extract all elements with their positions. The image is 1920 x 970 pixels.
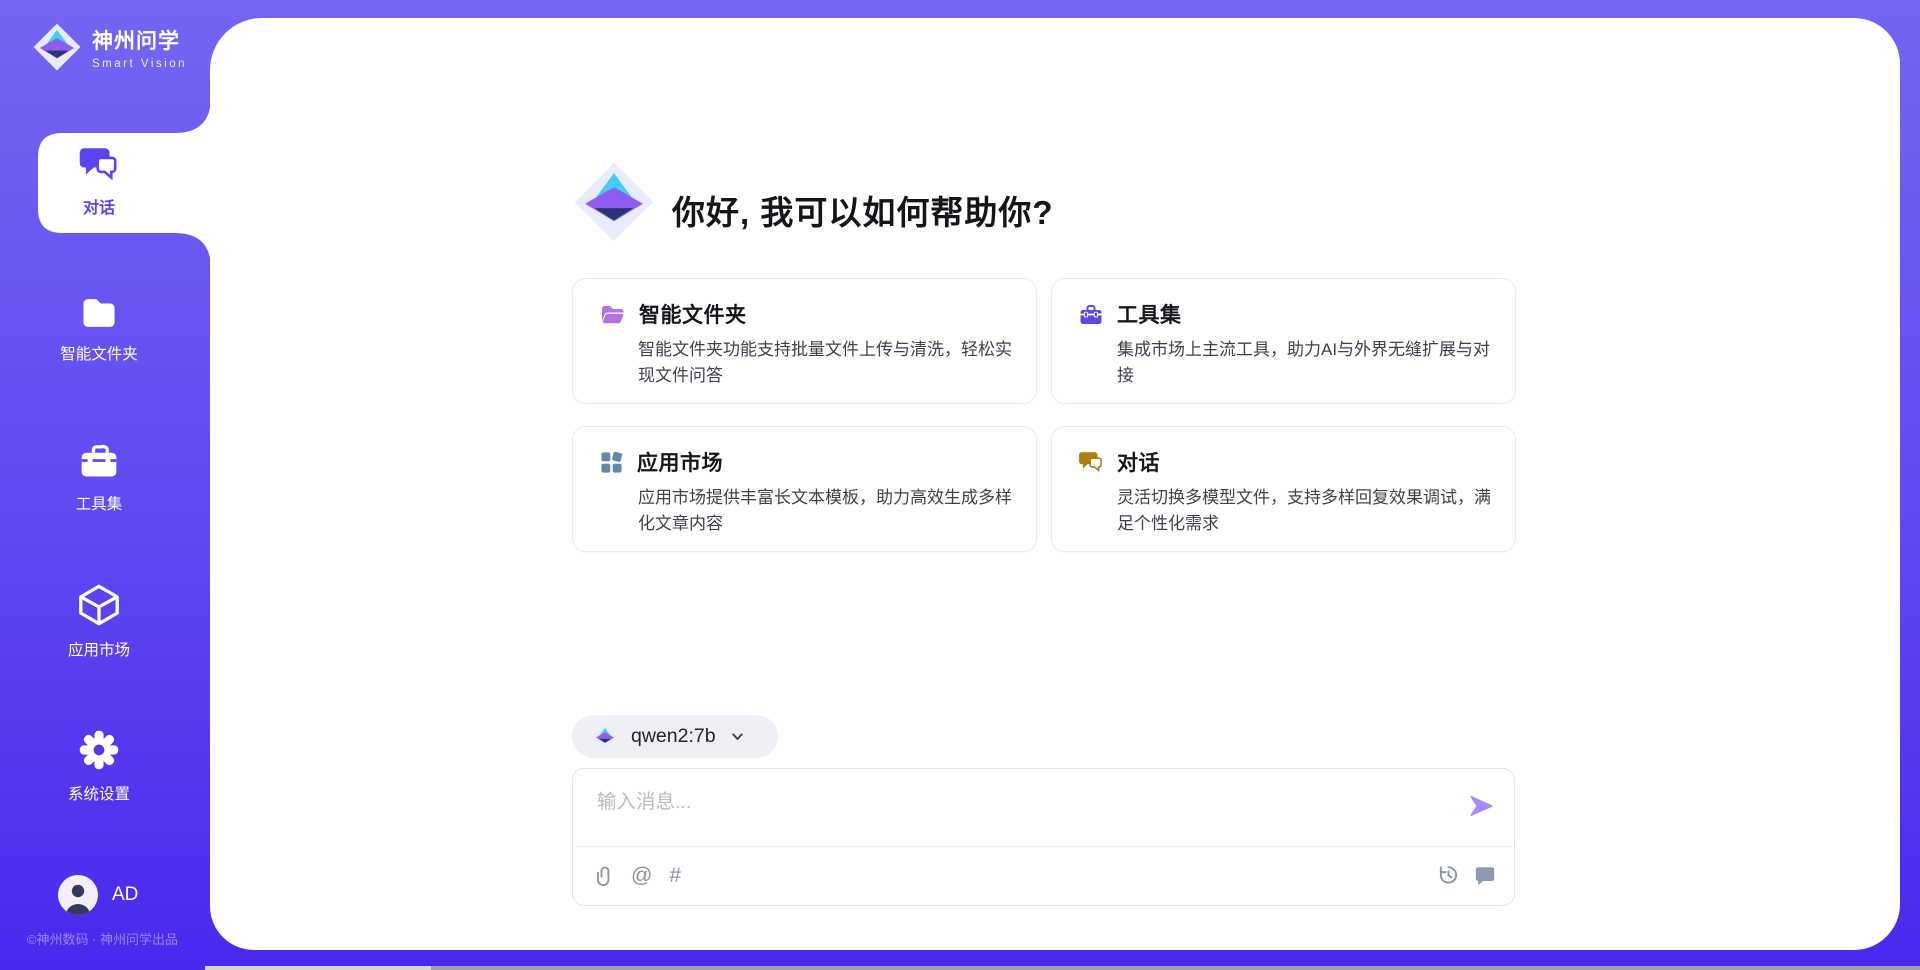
sidebar-item-label: 智能文件夹	[0, 342, 198, 364]
sidebar-item-app-market[interactable]: 应用市场	[0, 582, 198, 660]
user-chip[interactable]: AD	[58, 875, 138, 915]
brand: 神州问学 Smart Vision	[32, 22, 187, 72]
gear-icon	[77, 728, 121, 772]
toolbox-icon	[77, 440, 121, 482]
card-chat[interactable]: 对话 灵活切换多模型文件，支持多样回复效果调试，满足个性化需求	[1051, 426, 1516, 552]
model-selector[interactable]: qwen2:7b	[572, 715, 778, 758]
brand-diamond-logo-icon	[32, 22, 82, 72]
card-description: 灵活切换多模型文件，支持多样回复效果调试，满足个性化需求	[1117, 485, 1495, 536]
attachment-icon[interactable]	[595, 864, 614, 889]
sidebar-item-label: 应用市场	[0, 638, 198, 660]
sidebar-item-label[interactable]: 对话	[38, 194, 160, 218]
composer-divider	[574, 846, 1513, 847]
cube-icon	[76, 582, 122, 628]
chevron-down-icon	[729, 728, 746, 745]
sidebar-item-settings[interactable]: 系统设置	[0, 728, 198, 804]
chat-icon	[1078, 450, 1104, 474]
card-description: 集成市场上主流工具，助力AI与外界无缝扩展与对接	[1117, 337, 1495, 388]
card-title: 对话	[1117, 447, 1160, 477]
hash-icon[interactable]: #	[669, 863, 681, 889]
chat-bubble-icon[interactable]	[1474, 864, 1496, 886]
user-avatar-icon	[58, 875, 98, 915]
folder-open-icon	[599, 302, 626, 326]
folder-icon	[78, 294, 120, 332]
chat-icon	[78, 144, 120, 184]
sidebar-item-label: 工具集	[0, 492, 198, 514]
scrollbar-thumb[interactable]	[205, 966, 431, 970]
user-name: AD	[112, 884, 138, 906]
send-icon[interactable]	[1468, 793, 1494, 819]
brand-subtitle: Smart Vision	[92, 58, 187, 70]
history-icon[interactable]	[1436, 863, 1459, 886]
card-title: 工具集	[1117, 299, 1182, 329]
card-description: 应用市场提供丰富长文本模板，助力高效生成多样化文章内容	[638, 485, 1016, 536]
card-description: 智能文件夹功能支持批量文件上传与清洗，轻松实现文件问答	[638, 337, 1016, 388]
feature-cards: 智能文件夹 智能文件夹功能支持批量文件上传与清洗，轻松实现文件问答 工具集 集成…	[572, 278, 1516, 552]
mention-icon[interactable]: @	[631, 863, 652, 889]
card-toolset[interactable]: 工具集 集成市场上主流工具，助力AI与外界无缝扩展与对接	[1051, 278, 1516, 404]
grid-icon	[599, 450, 624, 475]
active-tab-background	[38, 97, 211, 269]
copyright: ©神州数码 · 神州问学出品	[0, 929, 205, 948]
card-title: 智能文件夹	[639, 299, 747, 329]
model-name: qwen2:7b	[631, 725, 716, 748]
message-composer: @ #	[572, 768, 1515, 906]
horizontal-scrollbar[interactable]	[205, 966, 1920, 970]
message-input[interactable]	[597, 785, 1437, 837]
greeting-diamond-logo-icon	[572, 160, 656, 244]
toolbox-icon	[1078, 302, 1104, 326]
sidebar-item-smart-folder[interactable]: 智能文件夹	[0, 294, 198, 364]
model-diamond-logo-icon	[592, 724, 618, 750]
card-smart-folder[interactable]: 智能文件夹 智能文件夹功能支持批量文件上传与清洗，轻松实现文件问答	[572, 278, 1037, 404]
greeting-text: 你好, 我可以如何帮助你?	[672, 186, 1054, 234]
brand-title: 神州问学	[92, 25, 187, 55]
sidebar-item-toolset[interactable]: 工具集	[0, 440, 198, 514]
card-app-market[interactable]: 应用市场 应用市场提供丰富长文本模板，助力高效生成多样化文章内容	[572, 426, 1037, 552]
avatar	[58, 875, 98, 915]
sidebar-item-label: 系统设置	[0, 782, 198, 804]
card-title: 应用市场	[637, 447, 723, 477]
